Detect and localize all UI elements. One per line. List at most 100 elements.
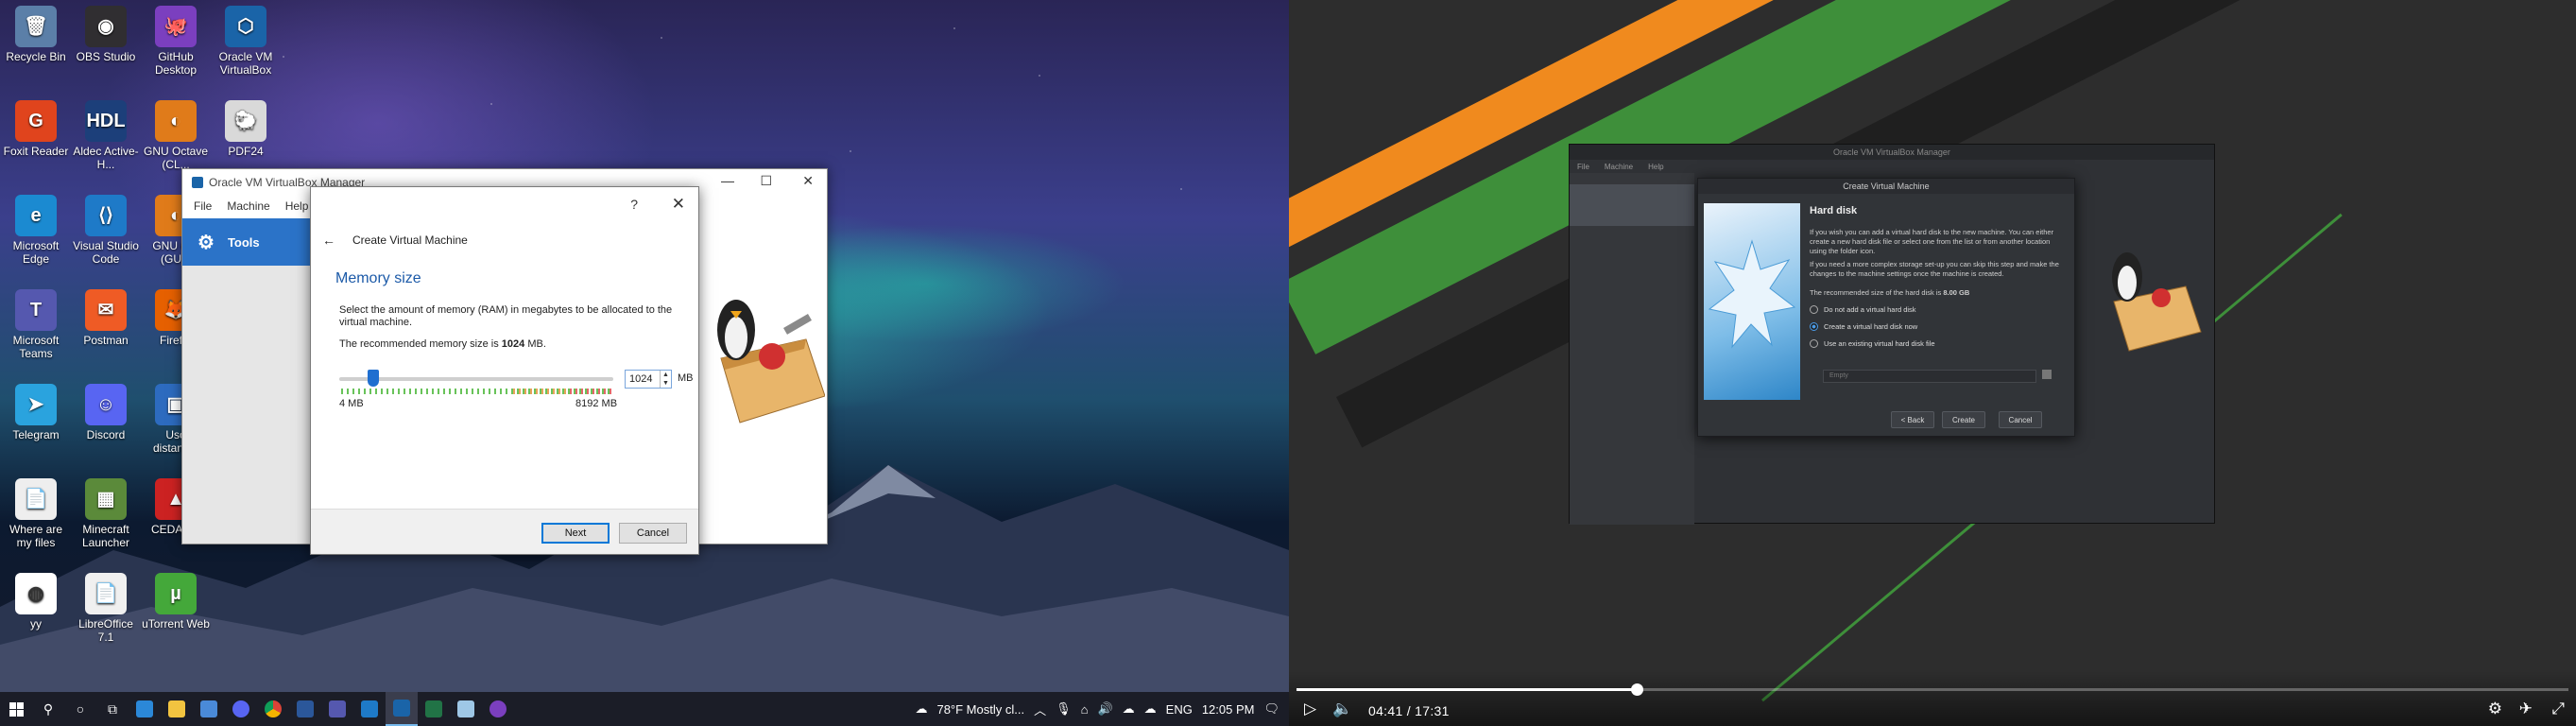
taskbar-app-vscode[interactable] — [353, 692, 386, 726]
desktop-icon[interactable]: ➤ Telegram — [2, 384, 70, 441]
desktop-icon[interactable]: ◍ yy — [2, 573, 70, 631]
memory-description: Select the amount of memory (RAM) in meg… — [339, 304, 673, 328]
spin-arrows-icon[interactable]: ▲ ▼ — [660, 371, 671, 388]
task-view-icon[interactable]: ⧉ — [96, 692, 129, 726]
taskbar-app-explorer[interactable] — [161, 692, 193, 726]
desktop-icon[interactable]: 🐑 PDF24 — [212, 100, 280, 158]
desktop-icon[interactable]: 🐙 GitHub Desktop — [142, 6, 210, 77]
desktop-icon[interactable]: ⬡ Oracle VM VirtualBox — [212, 6, 280, 77]
taskbar-app-discord[interactable] — [225, 692, 257, 726]
memory-spinbox[interactable]: 1024 ▲ ▼ — [625, 370, 672, 389]
volume-icon[interactable]: 🔊 — [1097, 701, 1112, 717]
desktop-icon[interactable]: ◐ GNU Octave (CL... — [142, 100, 210, 171]
desktop-icon-label: Aldec Active-H... — [73, 145, 139, 171]
desktop-icon[interactable]: ▦ Minecraft Launcher — [72, 478, 140, 549]
settings-icon[interactable]: ⚙ — [2488, 700, 2502, 718]
taskbar-app-mail[interactable] — [129, 692, 161, 726]
desktop-icon[interactable]: ✉ Postman — [72, 289, 140, 347]
desktop-icon[interactable]: HDL Aldec Active-H... — [72, 100, 140, 171]
taskbar-app-excel[interactable] — [418, 692, 450, 726]
maximize-icon[interactable]: ☐ — [760, 173, 772, 189]
radio-dot — [1810, 339, 1818, 348]
vm-menu-help[interactable]: Help — [1648, 163, 1663, 171]
dialog-titlebar[interactable]: ? ✕ — [311, 187, 698, 221]
desktop-icon[interactable]: 📄 Where are my files — [2, 478, 70, 549]
progress-bar[interactable] — [1297, 683, 2568, 696]
volume-icon[interactable]: 🔈 — [1332, 700, 1352, 718]
language-indicator[interactable]: ENG — [1166, 702, 1193, 717]
radio-label: Use an existing virtual hard disk file — [1824, 339, 1935, 348]
cloud-icon[interactable]: ☁ — [1144, 701, 1157, 717]
desktop-icon[interactable]: ◉ OBS Studio — [72, 6, 140, 63]
total-time: 17:31 — [1415, 703, 1450, 718]
radio-create-disk[interactable]: Create a virtual hard disk now — [1810, 322, 1917, 331]
vm-sidebar-selected-item[interactable] — [1570, 184, 1694, 226]
desktop-icon[interactable]: ☺ Discord — [72, 384, 140, 441]
disk-combo[interactable]: Empty — [1823, 370, 2036, 383]
taskbar-app-virtualbox[interactable] — [386, 692, 418, 726]
desktop-icon[interactable]: T Microsoft Teams — [2, 289, 70, 360]
help-icon[interactable]: ? — [630, 197, 638, 212]
clock[interactable]: 12:05 PM — [1202, 702, 1255, 717]
memory-slider-handle[interactable] — [368, 370, 380, 387]
taskbar-app-store[interactable] — [193, 692, 225, 726]
desktop-icon[interactable]: e Microsoft Edge — [2, 195, 70, 266]
desktop-icon[interactable]: 🗑 Recycle Bin — [2, 6, 70, 63]
create-button[interactable]: Create — [1942, 411, 1985, 428]
video-player[interactable]: Oracle VM VirtualBox Manager File Machin… — [1289, 0, 2576, 726]
cortana-icon[interactable]: ○ — [64, 692, 96, 726]
weather-icon[interactable]: ☁ — [915, 701, 927, 717]
app-icon: e — [15, 195, 57, 236]
hard-disk-dialog[interactable]: Create Virtual Machine Hard disk If you … — [1697, 178, 2075, 437]
close-icon[interactable]: ✕ — [672, 195, 685, 214]
desktop-icon[interactable]: µ uTorrent Web — [142, 573, 210, 631]
vm-menu-file[interactable]: File — [1577, 163, 1589, 171]
desktop-icon[interactable]: G Foxit Reader — [2, 100, 70, 158]
menu-help[interactable]: Help — [285, 199, 309, 213]
dialog-cancel-button[interactable]: Cancel — [1999, 411, 2042, 428]
vm-window-title: Oracle VM VirtualBox Manager — [1570, 145, 2214, 160]
start-button[interactable] — [0, 692, 32, 726]
onedrive-icon[interactable]: ☁ — [1123, 701, 1135, 717]
back-arrow-icon[interactable]: ← — [322, 233, 335, 248]
desktop-icon-label: Where are my files — [9, 523, 63, 549]
tools-item[interactable]: ⚙ Tools — [182, 218, 313, 266]
pin-icon[interactable]: ✈ — [2519, 700, 2533, 718]
back-button[interactable]: < Back — [1891, 411, 1934, 428]
desktop-icon-label: Microsoft Edge — [12, 239, 60, 266]
cancel-button[interactable]: Cancel — [619, 523, 687, 544]
taskbar-app-chrome[interactable] — [257, 692, 289, 726]
desktop-icon-label: yy — [30, 617, 42, 631]
network-icon[interactable]: ⌂ — [1081, 702, 1089, 717]
taskbar-app-teams[interactable] — [321, 692, 353, 726]
minimize-icon[interactable]: — — [721, 173, 734, 188]
app-icon: ▦ — [85, 478, 127, 520]
next-button[interactable]: Next — [541, 523, 610, 544]
search-icon[interactable]: ⚲ — [32, 692, 64, 726]
taskbar-app-obs[interactable] — [482, 692, 514, 726]
close-icon[interactable]: ✕ — [802, 173, 814, 189]
desktop-icon[interactable]: ⟨⟩ Visual Studio Code — [72, 195, 140, 266]
progress-handle[interactable] — [1631, 683, 1644, 696]
taskbar-app-word[interactable] — [289, 692, 321, 726]
radio-existing-disk[interactable]: Use an existing virtual hard disk file — [1810, 339, 1935, 348]
play-icon[interactable]: ▷ — [1304, 700, 1316, 718]
memory-slider-area: 4 MB 8192 MB 1024 ▲ ▼ MB — [339, 370, 694, 409]
taskbar-app-notepad[interactable] — [450, 692, 482, 726]
create-vm-dialog[interactable]: ? ✕ ← Create Virtual Machine Memory size… — [310, 186, 699, 555]
menu-machine[interactable]: Machine — [227, 199, 269, 213]
desktop-icon-label: LibreOffice 7.1 — [78, 617, 133, 644]
microphone-icon[interactable]: 🎙 — [1056, 701, 1072, 717]
menu-file[interactable]: File — [194, 199, 212, 213]
hard-disk-illustration — [1704, 203, 1800, 400]
weather-text[interactable]: 78°F Mostly cl... — [936, 702, 1024, 717]
folder-icon[interactable] — [2042, 370, 2052, 379]
vm-menu-machine[interactable]: Machine — [1605, 163, 1633, 171]
fullscreen-icon[interactable]: ⤢ — [2551, 700, 2565, 718]
radio-no-disk[interactable]: Do not add a virtual hard disk — [1810, 305, 1916, 314]
chevron-up-icon[interactable]: ︿ — [1034, 700, 1046, 718]
hd-paragraph-1: If you wish you can add a virtual hard d… — [1810, 228, 2054, 255]
notification-icon[interactable]: 🗨 — [1263, 701, 1279, 717]
memory-slider-track[interactable] — [339, 377, 613, 381]
desktop-icon[interactable]: 📄 LibreOffice 7.1 — [72, 573, 140, 644]
